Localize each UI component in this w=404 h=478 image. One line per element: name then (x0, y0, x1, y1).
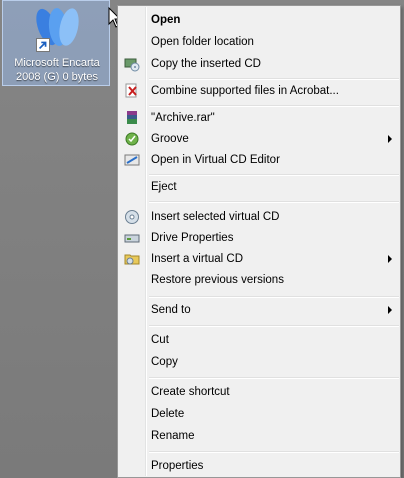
winrar-icon (127, 111, 137, 124)
menu-separator (149, 201, 399, 203)
menu-separator (149, 105, 399, 107)
menu-separator (149, 451, 399, 453)
drive-properties-icon (124, 234, 140, 243)
menu-item-send-to[interactable]: Send to (120, 300, 398, 320)
menu-item-create-shortcut[interactable]: Create shortcut (120, 382, 398, 402)
desktop-icon-label-line2: 2008 (G) 0 bytes (16, 71, 98, 83)
menu-item-label: Cut (151, 334, 169, 346)
menu-item-label: Insert selected virtual CD (151, 211, 280, 223)
menu-item-label: Combine supported files in Acrobat... (151, 85, 339, 97)
context-menu: Open Open folder location Copy the inser… (117, 5, 401, 478)
menu-item-label: Send to (151, 304, 191, 316)
menu-item-insert-a-virtual-cd[interactable]: Insert a virtual CD (120, 249, 398, 269)
menu-item-label: Groove (151, 133, 189, 145)
desktop-icon-encarta-drive[interactable]: Microsoft Encarta 2008 (G) 0 bytes (2, 0, 110, 86)
menu-item-cut[interactable]: Cut (120, 330, 398, 350)
groove-icon (125, 132, 139, 146)
menu-item-label: Create shortcut (151, 386, 230, 398)
menu-item-copy-inserted-cd[interactable]: Copy the inserted CD (120, 54, 398, 74)
menu-item-restore-previous-versions[interactable]: Restore previous versions (120, 270, 398, 290)
copy-cd-icon (124, 58, 140, 72)
menu-separator (149, 78, 399, 80)
shortcut-arrow-icon (36, 38, 50, 52)
menu-item-label: Drive Properties (151, 232, 234, 244)
menu-item-label: Rename (151, 430, 195, 442)
menu-item-drive-properties[interactable]: Drive Properties (120, 228, 398, 248)
menu-item-label: Copy (151, 356, 178, 368)
menu-item-groove[interactable]: Groove (120, 129, 398, 149)
menu-item-label: Properties (151, 460, 204, 472)
insert-virtual-cd-icon (125, 210, 139, 224)
submenu-arrow-icon (388, 255, 392, 263)
menu-item-properties[interactable]: Properties (120, 456, 398, 476)
menu-item-open[interactable]: Open (120, 10, 398, 30)
submenu-arrow-icon (388, 135, 392, 143)
menu-separator (149, 325, 399, 327)
menu-item-insert-selected-virtual-cd[interactable]: Insert selected virtual CD (120, 207, 398, 227)
menu-item-combine-acrobat[interactable]: Combine supported files in Acrobat... (120, 81, 398, 101)
menu-item-label: Restore previous versions (151, 274, 284, 286)
insert-cd-folder-icon (124, 254, 140, 265)
menu-item-label: "Archive.rar" (151, 112, 215, 124)
menu-item-copy[interactable]: Copy (120, 352, 398, 372)
menu-item-label: Open in Virtual CD Editor (151, 154, 280, 166)
menu-separator (149, 296, 399, 298)
desktop-icon-label-line1: Microsoft Encarta (14, 57, 100, 69)
menu-item-label: Open folder location (151, 36, 254, 48)
menu-separator (149, 174, 399, 176)
submenu-arrow-icon (388, 306, 392, 314)
menu-separator (149, 377, 399, 379)
menu-item-label: Insert a virtual CD (151, 253, 244, 265)
menu-item-label: Copy the inserted CD (151, 58, 261, 70)
menu-item-eject[interactable]: Eject (120, 177, 398, 197)
menu-item-open-folder-location[interactable]: Open folder location (120, 32, 398, 52)
menu-item-label: Eject (151, 181, 177, 193)
menu-item-open-virtual-cd-editor[interactable]: Open in Virtual CD Editor (120, 150, 398, 170)
acrobat-icon (125, 83, 137, 98)
desktop-icon-label: Microsoft Encarta 2008 (G) 0 bytes (3, 56, 111, 84)
menu-item-delete[interactable]: Delete (120, 404, 398, 424)
menu-item-label: Open (151, 14, 181, 26)
menu-item-archive-rar[interactable]: "Archive.rar" (120, 108, 398, 128)
menu-item-label: Delete (151, 408, 185, 420)
virtual-cd-editor-icon (124, 154, 140, 166)
menu-item-rename[interactable]: Rename (120, 426, 398, 446)
